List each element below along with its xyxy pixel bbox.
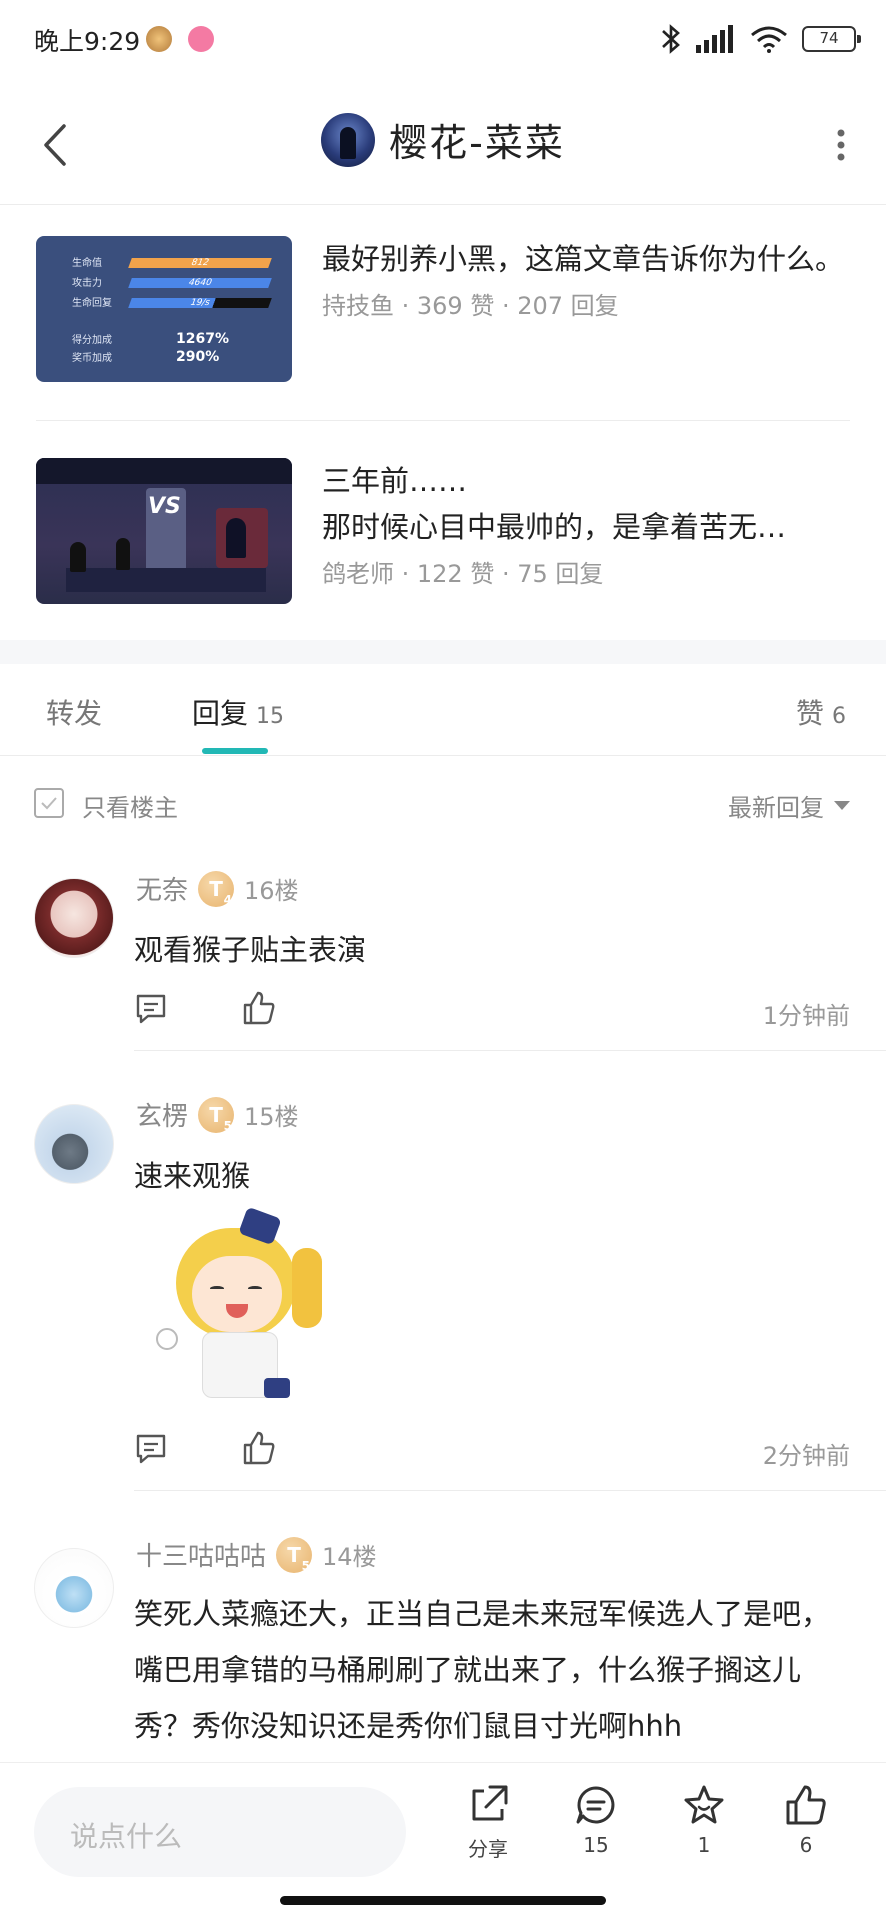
badge-letter: T [209,876,223,901]
section-separator [0,640,886,664]
page-title: 樱花-菜菜 [389,121,565,165]
share-button[interactable]: 分享 [448,1783,528,1862]
comment-icon [576,1786,615,1824]
sort-dropdown[interactable]: 最新回复 [728,788,850,823]
comment-time: 2分钟前 [762,1442,850,1470]
check-icon [41,797,57,810]
reply-icon[interactable] [134,1432,168,1466]
signal-icon [696,25,733,53]
app-notification-icon [188,26,214,52]
floor-number: 14楼 [322,1543,377,1571]
comment-input-placeholder: 说点什么 [70,1820,183,1853]
reply-icon[interactable] [134,992,168,1026]
badge-level: 5 [223,1118,233,1133]
badge-letter: T [209,1102,223,1127]
thumb-stat-label: 生命值 [72,258,102,269]
level-badge: T5 [198,1096,235,1133]
thumb-bonus-label: 得分加成 [72,335,112,346]
comment-text: 速来观猴 [134,1159,251,1193]
tab-label: 转发 [46,697,103,730]
floor-number: 16楼 [244,877,299,905]
only-owner-checkbox[interactable] [34,788,64,818]
tab-label: 赞 [795,697,824,730]
header: 樱花-菜菜 [0,90,886,200]
notification-avatar-icon [146,26,172,52]
avatar[interactable] [34,1104,114,1184]
comment-count: 15 [583,1833,609,1857]
comment-divider [134,1490,886,1491]
article-meta: 持技鱼 · 369 赞 · 207 回复 [322,292,619,320]
article-subtitle: 那时候心目中最帅的，是拿着苦无… [322,510,787,544]
comment-divider [134,1050,886,1051]
tab-likes[interactable]: 赞6 [796,692,846,732]
related-article-1[interactable]: 生命值 攻击力 生命回复 812 4640 19/s 得分加成 奖币加成 126… [36,236,850,386]
battery-indicator: 74 [802,26,861,52]
avatar[interactable] [34,1548,114,1628]
badge-level: 5 [301,1558,311,1573]
tab-label: 回复 [192,697,249,730]
thumb-vs-text: VS [148,494,181,519]
commenter-name[interactable]: 十三咕咕咕 [136,1536,266,1573]
star-icon [684,1785,724,1824]
badge-level: 4 [223,892,233,907]
more-button[interactable] [816,115,866,175]
more-vertical-icon [837,129,845,161]
home-indicator[interactable] [280,1896,606,1905]
thumb-bar: 19/s [128,298,272,308]
level-badge: T4 [198,870,235,907]
badge-letter: T [287,1542,301,1567]
tab-count: 6 [832,704,846,729]
level-badge: T5 [276,1536,313,1573]
like-count: 6 [799,1833,813,1857]
comment-input[interactable]: 说点什么 [34,1787,406,1877]
thumb-bar: 812 [128,258,272,268]
commenter-name[interactable]: 玄楞 [136,1096,188,1133]
sort-label: 最新回复 [728,794,824,822]
thumb-bar: 4640 [128,278,272,288]
thumb-stat-label: 生命回复 [72,298,112,309]
title-wrap[interactable]: 樱花-菜菜 [0,112,886,167]
tab-repost[interactable]: 转发 [46,692,102,732]
favorite-count: 1 [697,1833,711,1857]
article-title: 最好别养小黑，这篇文章告诉你为什么。 [322,242,845,276]
filter-bar: 只看楼主 最新回复 [0,770,886,840]
tab-count: 15 [256,704,285,729]
article-meta: 鸽老师 · 122 赞 · 75 回复 [322,560,604,588]
sticker-image[interactable] [152,1206,332,1408]
floor-number: 15楼 [244,1103,299,1131]
author-avatar[interactable] [321,112,376,167]
article-thumbnail: VS [36,458,292,604]
like-button[interactable]: 6 [766,1783,846,1857]
tab-replies[interactable]: 回复 15 [192,692,284,732]
tab-active-indicator [202,748,268,754]
comment-text: 笑死人菜瘾还大，正当自己是未来冠军候选人了是吧，嘴巴用拿错的马桶刷刷了就出来了，… [134,1597,831,1743]
commenter-name[interactable]: 无奈 [136,870,188,907]
article-title: 三年前…… [322,464,468,498]
wifi-icon [751,26,787,53]
thumb-bonus-label: 奖币加成 [72,353,112,364]
status-bar: 晚上9:29 74 [0,0,886,80]
status-time: 晚上9:29 [34,27,141,56]
comment-text: 观看猴子贴主表演 [134,933,367,967]
caret-down-icon [834,801,850,810]
article-thumbnail: 生命值 攻击力 生命回复 812 4640 19/s 得分加成 奖币加成 126… [36,236,292,382]
thumb-bonus-value: 1267% [176,331,229,347]
share-icon [472,1785,508,1821]
header-divider [0,204,886,205]
only-owner-label[interactable]: 只看楼主 [82,788,178,823]
tab-bar: 转发 回复 15 赞6 [0,664,886,756]
article-divider [36,420,850,421]
favorite-button[interactable]: 1 [664,1783,744,1857]
bluetooth-icon [662,24,680,54]
like-icon[interactable] [242,990,276,1026]
thumbs-up-icon [786,1785,826,1825]
comment-button[interactable]: 15 [556,1783,636,1857]
comment-time: 1分钟前 [762,1002,850,1030]
share-label: 分享 [468,1837,508,1861]
like-icon[interactable] [242,1430,276,1466]
thumb-stat-label: 攻击力 [72,278,102,289]
related-article-2[interactable]: VS 三年前…… 那时候心目中最帅的，是拿着苦无… 鸽老师 · 122 赞 · … [36,458,850,608]
avatar[interactable] [34,878,114,958]
thumb-bonus-value: 290% [176,349,220,365]
